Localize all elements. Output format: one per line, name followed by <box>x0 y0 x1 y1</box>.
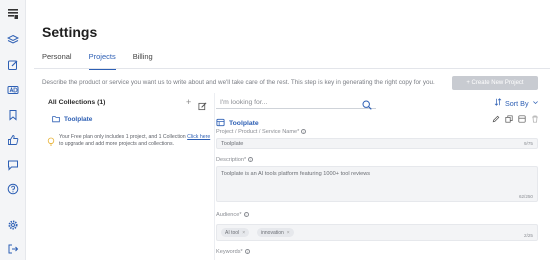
description-label-text: Description* <box>216 157 247 163</box>
search-input[interactable] <box>216 98 356 106</box>
collection-item-label: Toolplate <box>64 115 93 123</box>
search-icon[interactable] <box>362 97 372 110</box>
app-logo-icon[interactable] <box>5 6 21 22</box>
edit-icon[interactable] <box>5 57 21 73</box>
audience-count: 2/25 <box>524 233 533 238</box>
duplicate-project-icon[interactable] <box>505 115 513 123</box>
name-char-count: 9/75 <box>524 141 533 146</box>
delete-project-icon[interactable] <box>531 115 539 123</box>
sort-icon <box>494 98 502 108</box>
audience-chip[interactable]: AI tool × <box>221 228 250 237</box>
chat-icon[interactable] <box>5 157 21 173</box>
chevron-down-icon <box>532 99 539 108</box>
collection-item[interactable]: Toolplate <box>52 110 92 128</box>
lightbulb-icon <box>47 134 55 152</box>
close-icon[interactable]: × <box>287 230 290 236</box>
page-title: Settings <box>42 24 98 40</box>
collections-title: All Collections (1) <box>48 99 106 106</box>
edit-project-icon[interactable] <box>492 115 500 123</box>
settings-gear-icon[interactable] <box>5 217 21 233</box>
audience-label-text: Audience* <box>216 212 242 218</box>
notice-tail: to upgrade and add more projects and col… <box>59 141 175 148</box>
audience-chip[interactable]: innovation × <box>257 228 294 237</box>
help-icon[interactable] <box>5 181 21 197</box>
audience-chip-label: AI tool <box>225 229 240 236</box>
edit-collection-icon[interactable] <box>198 98 207 111</box>
description-value: Toolplate is an AI tools platform featur… <box>221 171 371 177</box>
notice-text: Your Free plan only includes 1 project, … <box>59 134 186 140</box>
tabs-divider <box>34 68 550 69</box>
name-label-text: Project / Product / Service Name* <box>216 129 300 135</box>
name-field-label: Project / Product / Service Name* i <box>216 129 307 135</box>
keywords-field-label: Keywords* i <box>216 249 250 255</box>
plan-notice-text: Your Free plan only includes 1 project, … <box>59 134 212 152</box>
layers-icon[interactable] <box>5 32 21 48</box>
info-icon: i <box>244 249 250 255</box>
plan-notice: Your Free plan only includes 1 project, … <box>47 134 212 152</box>
info-icon: i <box>248 157 254 163</box>
project-search <box>216 96 376 110</box>
project-actions <box>492 115 539 123</box>
close-icon[interactable]: × <box>242 230 245 236</box>
sort-by-dropdown[interactable]: Sort By <box>494 98 539 108</box>
info-icon: i <box>243 212 249 218</box>
info-icon: i <box>301 129 307 135</box>
tab-billing[interactable]: Billing <box>133 50 153 70</box>
folder-icon <box>52 110 60 128</box>
keywords-label-text: Keywords* <box>216 249 243 255</box>
project-name-field[interactable]: Toolplate 9/75 <box>216 138 538 149</box>
ad-icon[interactable] <box>5 82 21 98</box>
sort-label: Sort By <box>505 98 529 108</box>
sidebar <box>0 0 26 260</box>
projects-description: Describe the product or service you want… <box>42 79 435 86</box>
collection-project-icon[interactable] <box>518 115 526 123</box>
settings-app: Settings Personal Projects Billing Descr… <box>0 0 550 260</box>
settings-tabs: Personal Projects Billing <box>42 50 170 70</box>
audience-field[interactable]: AI tool × innovation × 2/25 <box>216 224 538 241</box>
tab-projects[interactable]: Projects <box>88 50 116 70</box>
audience-chip-label: innovation <box>261 229 284 236</box>
project-name-value: Toolplate <box>221 141 244 147</box>
logout-icon[interactable] <box>5 241 21 257</box>
upgrade-link[interactable]: Click here <box>187 134 210 140</box>
bookmark-icon[interactable] <box>5 107 21 123</box>
description-field[interactable]: Toolplate is an AI tools platform featur… <box>216 166 538 202</box>
project-name: Toolplate <box>229 119 259 127</box>
description-field-label: Description* i <box>216 157 254 163</box>
audience-field-label: Audience* i <box>216 212 249 218</box>
add-collection-icon[interactable]: + <box>186 98 191 107</box>
tab-personal[interactable]: Personal <box>42 50 72 70</box>
panel-divider <box>214 93 215 260</box>
thumbs-up-icon[interactable] <box>5 132 21 148</box>
description-char-count: 62/250 <box>518 194 533 199</box>
create-project-button[interactable]: + Create New Project <box>452 76 538 90</box>
